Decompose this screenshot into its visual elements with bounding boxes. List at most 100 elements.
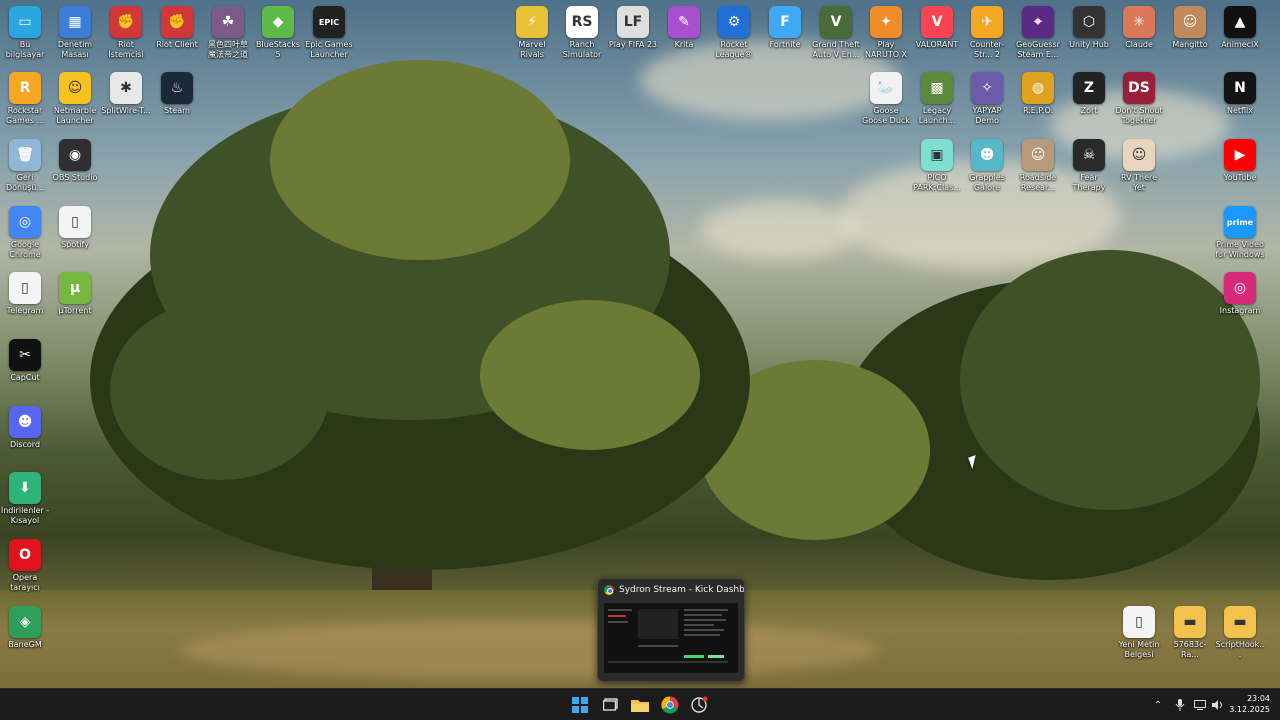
desktop-shortcut[interactable]: ▯ Yeni Metin Belgesi — [1114, 606, 1164, 660]
microphone-icon — [1175, 699, 1185, 711]
desktop-shortcut[interactable]: F Fortnite — [760, 6, 810, 50]
volume-tray[interactable] — [1210, 689, 1226, 720]
desktop-shortcut[interactable]: ☠ Fear Therapy — [1064, 139, 1114, 193]
bluestacks-icon: ◆ — [262, 6, 294, 38]
desktop-shortcut[interactable]: V Grand Theft Auto V En... — [811, 6, 861, 60]
desktop-shortcut[interactable]: 🗑 Geri Dönüşü... — [0, 139, 50, 193]
desktop-shortcut[interactable]: V VALORANT — [912, 6, 962, 50]
epic-games-icon: EPIC — [313, 6, 345, 38]
desktop-shortcut[interactable]: Z Zort — [1064, 72, 1114, 116]
file-icon: ▯ — [59, 206, 91, 238]
desktop-shortcut[interactable]: ✦ Play NARUTO X BORUTO ... — [861, 6, 911, 60]
desktop-shortcut[interactable]: ☘ 黑色四叶草 魔法帝之道 — [203, 6, 253, 60]
desktop-shortcut-label: Netmarble Launcher — [53, 106, 97, 125]
discord-icon: ☻ — [9, 406, 41, 438]
desktop-shortcut-label: İndirilenler - Kısayol — [0, 506, 50, 525]
desktop-shortcut[interactable]: ⚙ Rocket League® — [709, 6, 759, 60]
desktop-shortcut[interactable]: ⬇ İndirilenler - Kısayol — [0, 472, 50, 526]
network-tray[interactable] — [1192, 689, 1208, 720]
desktop-shortcut[interactable]: ▶ YouTube — [1215, 139, 1265, 183]
desktop-shortcut[interactable]: ♨ Steam — [152, 72, 202, 116]
splitwire-taskbar-button[interactable] — [687, 693, 711, 717]
downloads-icon: ⬇ — [9, 472, 41, 504]
desktop-shortcut-label: Fortnite — [769, 40, 801, 49]
desktop-shortcut[interactable]: ✊ Riot İstemcisi — [101, 6, 151, 60]
desktop-shortcut-label: BlueStacks 5 — [255, 40, 301, 59]
desktop-shortcut[interactable]: ☻ Grapples Galore — [962, 139, 1012, 193]
desktop-shortcut[interactable]: ▯ Spotify — [50, 206, 100, 250]
desktop-shortcut[interactable]: ⚡ Marvel Rivals — [507, 6, 557, 60]
desktop-shortcut[interactable]: ⌖ GeoGuessr Steam E... — [1013, 6, 1063, 60]
claude-icon: ✳ — [1123, 6, 1155, 38]
desktop-shortcut[interactable]: LF Play FIFA 23 — [608, 6, 658, 50]
start-button[interactable] — [568, 693, 592, 717]
desktop-shortcut-label: Zort — [1080, 106, 1098, 115]
desktop-shortcut[interactable]: R Rockstar Games ... — [0, 72, 50, 126]
desktop-shortcut[interactable]: ✈ Counter-Str... 2 — [962, 6, 1012, 60]
window-preview-popup[interactable]: Sydron Stream - Kick Dashb... — [597, 578, 745, 682]
desktop-shortcut[interactable]: ▣ PICO PARK:Clas... — [912, 139, 962, 193]
desktop-shortcut[interactable]: ✧ YAPYAP Demo — [962, 72, 1012, 126]
desktop-shortcut[interactable]: ◉ OBS Studio — [50, 139, 100, 183]
chrome-taskbar-button[interactable] — [658, 693, 682, 717]
desktop-shortcut[interactable]: ☺ Netmarble Launcher — [50, 72, 100, 126]
desktop-shortcut-label: Don't Shout Together — [1115, 106, 1163, 125]
anime-game-icon: ☘ — [212, 6, 244, 38]
show-hidden-icons-button[interactable]: ⌃ — [1150, 689, 1166, 720]
valorant-icon: V — [921, 6, 953, 38]
file-explorer-button[interactable] — [628, 693, 652, 717]
desktop-shortcut[interactable]: µ µTorrent — [50, 272, 100, 316]
desktop-shortcut[interactable]: ✊ Riot Client — [152, 6, 202, 50]
pico-park-icon: ▣ — [921, 139, 953, 171]
desktop-shortcut[interactable]: ◎ Google Chrome — [0, 206, 50, 260]
microphone-tray[interactable] — [1172, 689, 1188, 720]
desktop-shortcut[interactable]: DS Don't Shout Together — [1114, 72, 1164, 126]
desktop-shortcut[interactable]: ▭ Bu bilgisayar — [0, 6, 50, 60]
desktop-shortcut-label: µTorrent — [58, 306, 92, 315]
desktop-shortcut[interactable]: RS Ranch Simulator — [557, 6, 607, 60]
desktop-shortcut[interactable]: ◍ R.E.P.O. — [1013, 72, 1063, 116]
desktop-shortcut[interactable]: ☺ RV There Yet — [1114, 139, 1164, 193]
mangitto-icon: ☺ — [1174, 6, 1206, 38]
desktop-shortcut[interactable]: ▯ Telegram — [0, 272, 50, 316]
chrome-icon — [661, 696, 679, 714]
desktop-shortcut[interactable]: ◎ Instagram — [1215, 272, 1265, 316]
desktop-shortcut[interactable]: ▬ ScriptHook... — [1215, 606, 1265, 660]
desktop-shortcut[interactable]: ✱ SplitWire-T... — [101, 72, 151, 116]
desktop-shortcut-label: Google Chrome — [9, 240, 41, 259]
desktop-shortcut[interactable]: ▦ Denetim Masası — [50, 6, 100, 60]
opera-icon: O — [9, 539, 41, 571]
desktop-shortcut[interactable]: ✂ CapCut — [0, 339, 50, 383]
desktop-shortcut-label: Rocket League® — [715, 40, 753, 59]
desktop-shortcut-label: 黑色四叶草 魔法帝之道 — [208, 40, 248, 59]
desktop-shortcut[interactable]: ◆ BlueStacks 5 — [253, 6, 303, 60]
desktop-shortcut[interactable]: ▬ 57683c-Ra... — [1165, 606, 1215, 660]
file-icon: ▯ — [9, 272, 41, 304]
marvel-rivals-icon: ⚡ — [516, 6, 548, 38]
desktop-shortcut[interactable]: 🦢 Goose Goose Duck — [861, 72, 911, 126]
desktop-shortcut[interactable]: ✳ Claude — [1114, 6, 1164, 50]
desktop-shortcut-label: 57683c-Ra... — [1173, 640, 1207, 659]
desktop-shortcut-label: Riot Client — [156, 40, 198, 49]
animecix-icon: ▲ — [1224, 6, 1256, 38]
desktop-shortcut-label: Instagram — [1219, 306, 1261, 315]
desktop-shortcut[interactable]: ☺ Roadside Resear... — [1013, 139, 1063, 193]
desktop-shortcut[interactable]: ◈ BaneGM — [0, 606, 50, 650]
desktop-shortcut[interactable]: ▩ Legacy Launch... — [912, 72, 962, 126]
desktop-shortcut[interactable]: ☺ Mangitto — [1165, 6, 1215, 50]
preview-title-bar[interactable]: Sydron Stream - Kick Dashb... — [598, 579, 744, 601]
desktop-shortcut[interactable]: ▲ AnimeciX — [1215, 6, 1265, 50]
desktop-shortcut[interactable]: EPIC Epic Games Launcher — [304, 6, 354, 60]
desktop-shortcut-label: CapCut — [10, 373, 40, 382]
desktop-shortcut[interactable]: ☻ Discord — [0, 406, 50, 450]
preview-thumbnail[interactable] — [604, 603, 738, 673]
desktop-shortcut[interactable]: O Opera tarayıcı — [0, 539, 50, 593]
desktop-shortcut[interactable]: ⬡ Unity Hub — [1064, 6, 1114, 50]
desktop-shortcut-label: SplitWire-T... — [101, 106, 151, 115]
desktop-shortcut[interactable]: ✎ Krita — [659, 6, 709, 50]
desktop-shortcut-label: AnimeciX — [1221, 40, 1259, 49]
desktop-shortcut[interactable]: prime Prime Video for Windows — [1215, 206, 1265, 260]
system-clock[interactable]: 23:04 3.12.2025 — [1229, 693, 1270, 715]
desktop-shortcut[interactable]: N Netflix — [1215, 72, 1265, 116]
task-view-button[interactable] — [599, 693, 623, 717]
